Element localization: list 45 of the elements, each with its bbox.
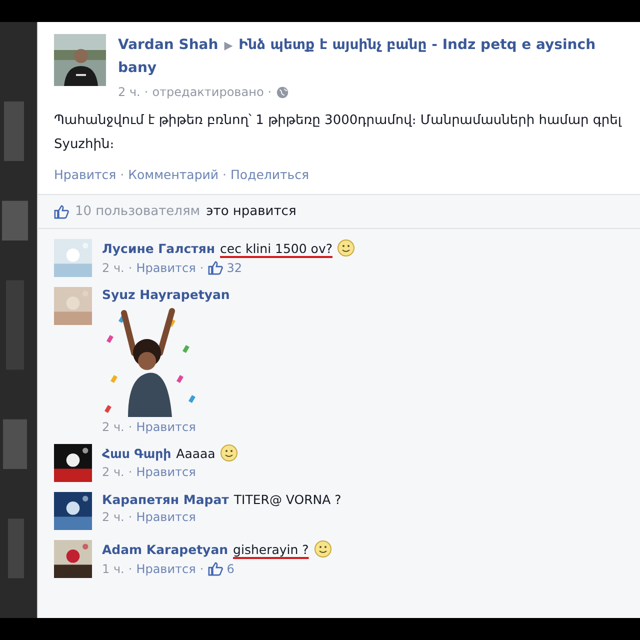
- comment-text: cec klini 1500 ov?: [220, 240, 332, 256]
- separator: ·: [200, 260, 204, 274]
- comment-time[interactable]: 2 ч.: [102, 260, 124, 274]
- commenter-name[interactable]: Лусине Галстян: [102, 240, 216, 256]
- like-link[interactable]: Нравится: [136, 510, 196, 524]
- separator: ·: [200, 562, 204, 576]
- likes-count-link[interactable]: 10 пользователям: [75, 204, 200, 219]
- commenter-name[interactable]: Հաս Գարի: [102, 446, 172, 460]
- commenter-name[interactable]: Adam Karapetyan: [102, 542, 228, 556]
- like-count: 6: [226, 562, 234, 576]
- comment-time[interactable]: 2 ч.: [102, 420, 124, 434]
- post-action-link[interactable]: Комментарий: [128, 167, 219, 182]
- like-link[interactable]: Нравится: [136, 260, 196, 274]
- comment-text: gisherayin ?: [233, 542, 309, 556]
- likes-text: это нравится: [206, 204, 296, 219]
- separator: ·: [128, 465, 132, 479]
- comment-time[interactable]: 2 ч.: [102, 510, 124, 524]
- separator: ·: [128, 510, 132, 524]
- separator: ·: [222, 167, 227, 182]
- post-text: Պահանջվում է թիթեռ բռնող՝ 1 թիթեռը 3000դրամով։ Մանրամասների համար գրել Syuzhին։: [54, 112, 623, 154]
- like-link[interactable]: Нравится: [136, 420, 196, 434]
- like-count: 32: [226, 260, 242, 274]
- separator: ·: [144, 85, 148, 99]
- commenter-name[interactable]: Карапетян Марат: [102, 492, 229, 507]
- comment-time[interactable]: 2 ч.: [102, 465, 124, 479]
- thumbs-up-icon: [208, 561, 223, 576]
- like-link[interactable]: Нравится: [136, 562, 196, 576]
- post-action-link[interactable]: Поделиться: [230, 167, 310, 182]
- thumbs-up-icon: [54, 204, 69, 219]
- thumbs-up-icon: [208, 260, 223, 275]
- separator: ·: [128, 260, 132, 274]
- post-time[interactable]: 2 ч.: [118, 85, 140, 99]
- comment-text: Aaaaa: [176, 446, 216, 460]
- separator: ·: [120, 167, 124, 182]
- commenter-name[interactable]: Syuz Hayrapetyan: [102, 287, 230, 302]
- separator: ·: [268, 85, 272, 99]
- like-link[interactable]: Нравится: [136, 465, 196, 479]
- comment-time[interactable]: 1 ч.: [102, 562, 124, 576]
- separator: ·: [128, 562, 132, 576]
- globe-icon: [276, 86, 289, 98]
- post-title: Vardan Shah ▶ Ինձ պետք է այսինչ բանը - Indz petq e aysinch bany: [118, 36, 597, 78]
- separator: ·: [128, 420, 132, 434]
- post-action-link[interactable]: Нравится: [54, 167, 116, 182]
- edited-label[interactable]: отредактировано: [152, 85, 264, 99]
- comment-text: TITER@ VORNA ?: [234, 492, 342, 507]
